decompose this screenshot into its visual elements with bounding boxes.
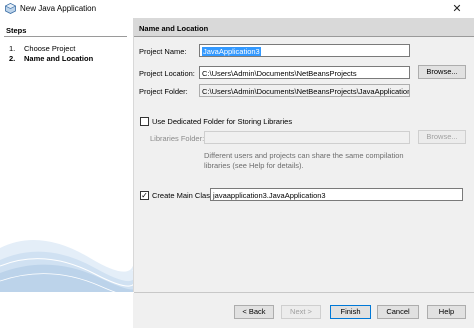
cancel-button[interactable]: Cancel <box>377 305 419 319</box>
title-bar: New Java Application ✕ <box>0 0 474 18</box>
project-location-field[interactable]: C:\Users\Admin\Documents\NetBeansProject… <box>199 66 410 79</box>
libraries-folder-field[interactable] <box>204 131 410 144</box>
main-class-field[interactable]: javaapplication3.JavaApplication3 <box>210 188 463 201</box>
steps-panel: Steps 1. Choose Project 2. Name and Locati… <box>0 18 134 292</box>
project-location-label: Project Location: <box>139 69 195 78</box>
step-number: 1. <box>9 44 16 53</box>
window-title: New Java Application <box>20 4 97 13</box>
project-name-label: Project Name: <box>139 47 187 56</box>
netbeans-watermark <box>0 232 133 292</box>
step-number: 2. <box>9 54 16 63</box>
content-title: Name and Location <box>139 24 209 33</box>
browse-location-button[interactable]: Browse... <box>418 65 466 79</box>
step-name-and-location: 2. Name and Location <box>9 54 93 63</box>
project-name-field[interactable]: JavaApplication3 <box>199 44 410 57</box>
project-folder-label: Project Folder: <box>139 87 188 96</box>
netbeans-icon <box>5 3 16 14</box>
libraries-folder-label: Libraries Folder: <box>150 134 205 143</box>
project-name-value: JavaApplication3 <box>202 47 261 56</box>
finish-button[interactable]: Finish <box>330 305 371 319</box>
footer-steps-area <box>0 293 133 328</box>
help-button[interactable]: Help <box>427 305 466 319</box>
browse-libraries-button[interactable]: Browse... <box>418 130 466 144</box>
create-main-class-checkbox[interactable]: ✓ <box>140 191 149 200</box>
content-panel: Name and Location Project Name: JavaAppl… <box>134 18 474 292</box>
content-header: Name and Location <box>134 18 474 36</box>
close-icon[interactable]: ✕ <box>440 0 474 18</box>
step-label: Choose Project <box>24 44 76 53</box>
back-button[interactable]: < Back <box>234 305 274 319</box>
dedicated-folder-label: Use Dedicated Folder for Storing Librari… <box>152 117 293 126</box>
steps-title: Steps <box>6 26 27 35</box>
step-label: Name and Location <box>24 54 94 63</box>
content-divider <box>134 36 474 37</box>
libraries-help-text: Different users and projects can share t… <box>204 151 404 170</box>
create-main-class-label: Create Main Class <box>152 191 214 200</box>
next-button[interactable]: Next > <box>281 305 321 319</box>
step-choose-project: 1. Choose Project <box>9 44 75 53</box>
project-folder-field[interactable]: C:\Users\Admin\Documents\NetBeansProject… <box>199 84 410 97</box>
steps-divider <box>4 36 127 37</box>
dedicated-folder-checkbox[interactable] <box>140 117 149 126</box>
wizard-footer: < Back Next > Finish Cancel Help <box>0 293 474 328</box>
